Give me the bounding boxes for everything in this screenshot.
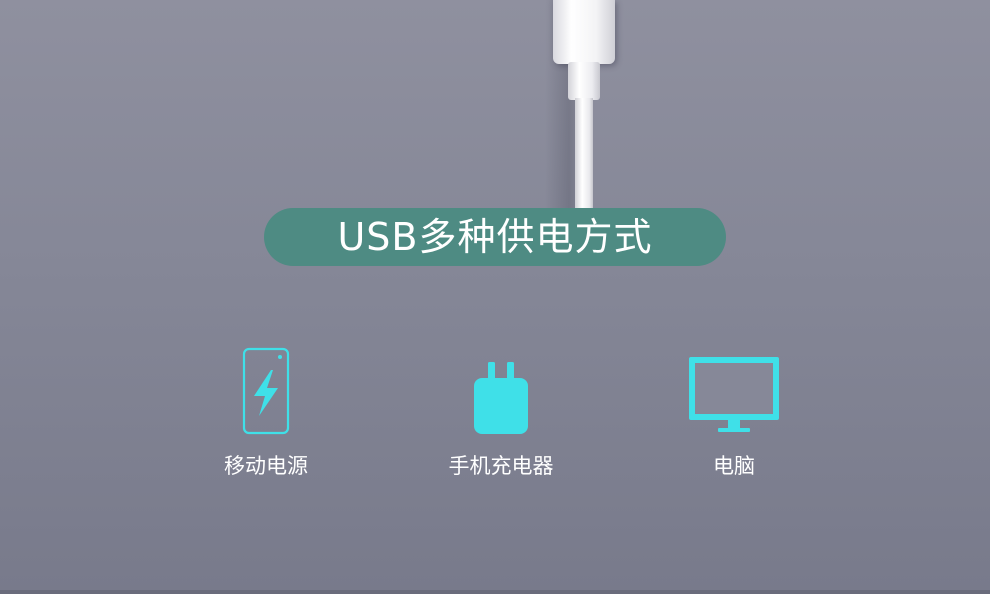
power-option-power-bank: 移动电源 <box>166 346 366 496</box>
power-bank-label: 移动电源 <box>224 454 308 478</box>
computer-monitor-icon <box>689 357 779 432</box>
power-bank-icon <box>242 347 290 435</box>
page-title: USB多种供电方式 <box>337 215 653 259</box>
usb-plug-body <box>553 0 615 64</box>
usb-plug-neck <box>568 62 600 100</box>
computer-label: 电脑 <box>713 454 755 478</box>
phone-charger-label: 手机充电器 <box>448 454 554 478</box>
banner-stage: USB多种供电方式 移动电源 手机充电器 电脑 <box>0 0 990 594</box>
power-option-computer: 电脑 <box>634 346 834 496</box>
power-option-phone-charger: 手机充电器 <box>401 346 601 496</box>
title-pill: USB多种供电方式 <box>264 208 726 266</box>
phone-charger-icon <box>474 362 528 434</box>
usb-cable-wire <box>575 98 593 210</box>
